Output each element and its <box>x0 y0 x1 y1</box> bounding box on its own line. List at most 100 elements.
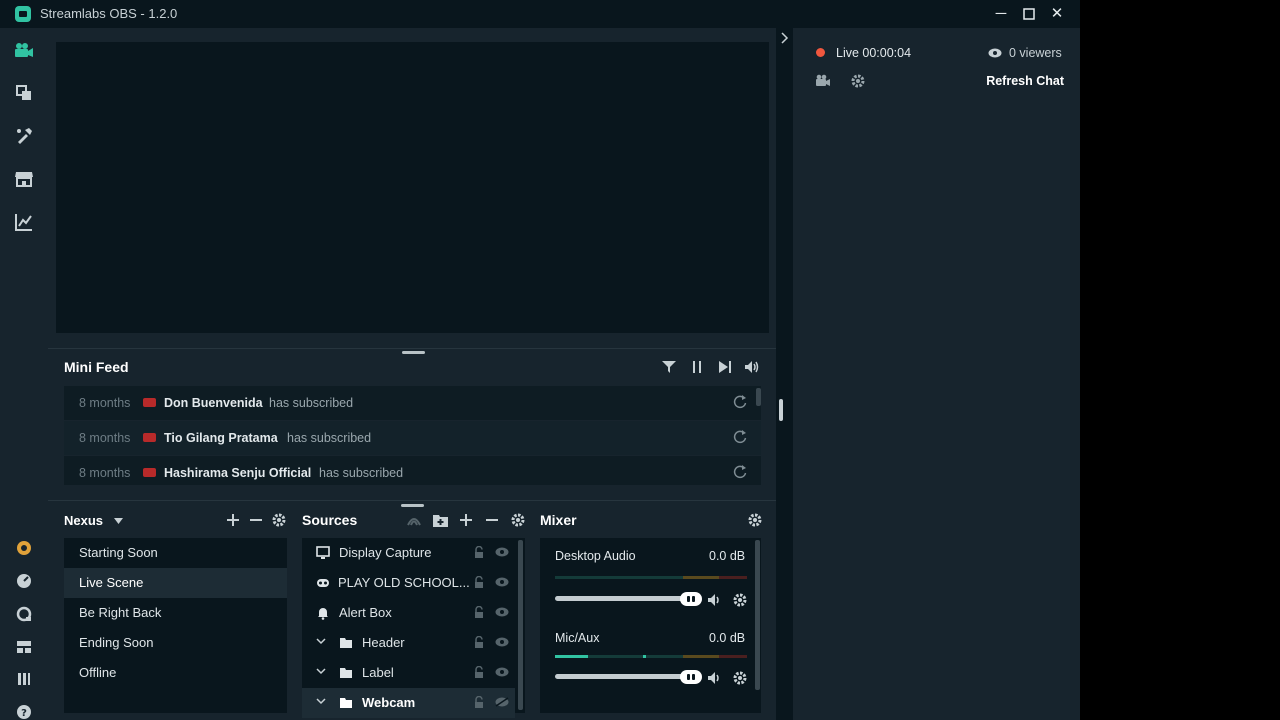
layout-icon[interactable] <box>14 637 34 657</box>
source-folder-active[interactable]: Webcam <box>302 688 515 718</box>
scene-item[interactable]: Ending Soon <box>64 628 287 658</box>
source-folder[interactable]: Header <box>302 628 515 658</box>
settings-gear-icon[interactable] <box>851 74 865 88</box>
scene-list: Starting Soon Live Scene Be Right Back E… <box>64 538 287 713</box>
sources-scrollbar[interactable] <box>518 540 523 710</box>
replay-icon[interactable] <box>733 465 747 479</box>
meter-warn-zone <box>683 576 719 579</box>
dashboard-icon[interactable] <box>14 571 34 591</box>
volume-slider[interactable] <box>555 596 697 601</box>
eye-icon[interactable] <box>988 48 1002 58</box>
studio-mode-icon[interactable] <box>14 669 34 689</box>
help-chat-icon[interactable] <box>14 604 34 624</box>
theme-brush-icon[interactable] <box>14 126 34 146</box>
volume-slider-knob[interactable] <box>680 670 702 684</box>
source-folder[interactable]: Label <box>302 658 515 688</box>
visibility-eye-icon[interactable] <box>495 577 509 587</box>
studio-camera-icon[interactable] <box>14 40 34 60</box>
skip-icon[interactable] <box>717 359 733 375</box>
refresh-chat-button[interactable]: Refresh Chat <box>986 74 1064 88</box>
chevron-down-icon[interactable] <box>316 666 326 676</box>
splitter-handle[interactable] <box>779 399 783 421</box>
volume-icon[interactable] <box>745 359 761 375</box>
feed-action: has subscribed <box>319 466 404 480</box>
store-icon[interactable] <box>14 169 34 189</box>
replay-icon[interactable] <box>733 395 747 409</box>
channel-gear-icon[interactable] <box>733 671 747 685</box>
visibility-eye-icon[interactable] <box>495 637 509 647</box>
mixer-channel-name: Desktop Audio <box>555 549 636 563</box>
source-settings-gear-icon[interactable] <box>510 512 526 528</box>
layout-editor-icon[interactable] <box>14 83 34 103</box>
meter-peak-marker <box>643 655 646 658</box>
scene-item[interactable]: Starting Soon <box>64 538 287 568</box>
add-scene-icon[interactable] <box>225 512 241 528</box>
divider <box>48 500 776 501</box>
add-folder-icon[interactable] <box>432 512 448 528</box>
studio-camera-icon[interactable] <box>815 74 831 87</box>
meter-level <box>555 655 588 658</box>
stream-preview[interactable] <box>56 42 769 333</box>
feed-scrollbar[interactable] <box>756 388 761 406</box>
prime-star-icon[interactable] <box>14 538 34 558</box>
chevron-down-icon[interactable] <box>316 696 326 706</box>
visibility-hidden-icon[interactable] <box>495 697 509 707</box>
chat-splitter[interactable] <box>776 28 793 720</box>
volume-slider[interactable] <box>555 674 697 679</box>
scene-collection-selector[interactable]: Nexus <box>64 513 134 531</box>
chevron-right-icon[interactable] <box>780 32 790 44</box>
remove-source-icon[interactable] <box>484 512 500 528</box>
resize-handle[interactable] <box>401 504 424 507</box>
viewer-count: 0 viewers <box>1009 46 1062 60</box>
folder-icon <box>340 668 352 678</box>
minimize-button[interactable]: ─ <box>991 4 1011 24</box>
close-button[interactable]: ✕ <box>1047 4 1067 24</box>
add-source-icon[interactable] <box>458 512 474 528</box>
filter-icon[interactable] <box>661 359 677 375</box>
gamepad-icon <box>317 579 329 587</box>
visibility-eye-icon[interactable] <box>495 667 509 677</box>
feed-action: has subscribed <box>269 396 354 410</box>
editor-area: Mini Feed 8 months Don Buenvenida has su… <box>48 28 776 720</box>
channel-gear-icon[interactable] <box>733 593 747 607</box>
streamlabs-logo-icon <box>15 6 31 22</box>
replay-icon[interactable] <box>733 430 747 444</box>
maximize-button[interactable] <box>1019 4 1039 24</box>
mixer-channel-db: 0.0 dB <box>709 549 746 563</box>
remove-scene-icon[interactable] <box>248 512 264 528</box>
mixer-settings-gear-icon[interactable] <box>747 512 763 528</box>
source-item[interactable]: PLAY OLD SCHOOL... <box>302 568 515 598</box>
feed-user: Tio Gilang Pratama <box>164 431 278 445</box>
analytics-chart-icon[interactable] <box>14 212 34 232</box>
live-timer: Live 00:00:04 <box>836 46 912 60</box>
unlock-icon[interactable] <box>473 696 485 709</box>
meter-safe-zone <box>555 576 683 579</box>
speaker-icon[interactable] <box>708 672 722 684</box>
source-item[interactable]: Display Capture <box>302 538 515 568</box>
resize-handle[interactable] <box>402 351 425 354</box>
scene-item[interactable]: Be Right Back <box>64 598 287 628</box>
help-icon[interactable]: ? <box>14 702 34 720</box>
pause-icon[interactable] <box>689 359 705 375</box>
source-disabled-icon <box>406 512 422 528</box>
youtube-icon <box>143 398 156 407</box>
scene-item-active[interactable]: Live Scene <box>64 568 287 598</box>
unlock-icon[interactable] <box>473 576 485 589</box>
scene-item[interactable]: Offline <box>64 658 287 688</box>
speaker-icon[interactable] <box>708 594 722 606</box>
mixer-channel-db: 0.0 dB <box>709 631 746 645</box>
unlock-icon[interactable] <box>473 636 485 649</box>
chevron-down-icon[interactable] <box>316 636 326 646</box>
mixer-scrollbar[interactable] <box>755 540 760 690</box>
unlock-icon[interactable] <box>473 606 485 619</box>
volume-slider-knob[interactable] <box>680 592 702 606</box>
unlock-icon[interactable] <box>473 546 485 559</box>
visibility-eye-icon[interactable] <box>495 547 509 557</box>
visibility-eye-icon[interactable] <box>495 607 509 617</box>
source-list: Display Capture PLAY OLD SCHOOL... Alert… <box>302 538 525 718</box>
unlock-icon[interactable] <box>473 666 485 679</box>
source-item[interactable]: Alert Box <box>302 598 515 628</box>
feed-time: 8 months <box>79 431 131 445</box>
scene-settings-gear-icon[interactable] <box>271 512 287 528</box>
source-label: Header <box>362 635 405 650</box>
